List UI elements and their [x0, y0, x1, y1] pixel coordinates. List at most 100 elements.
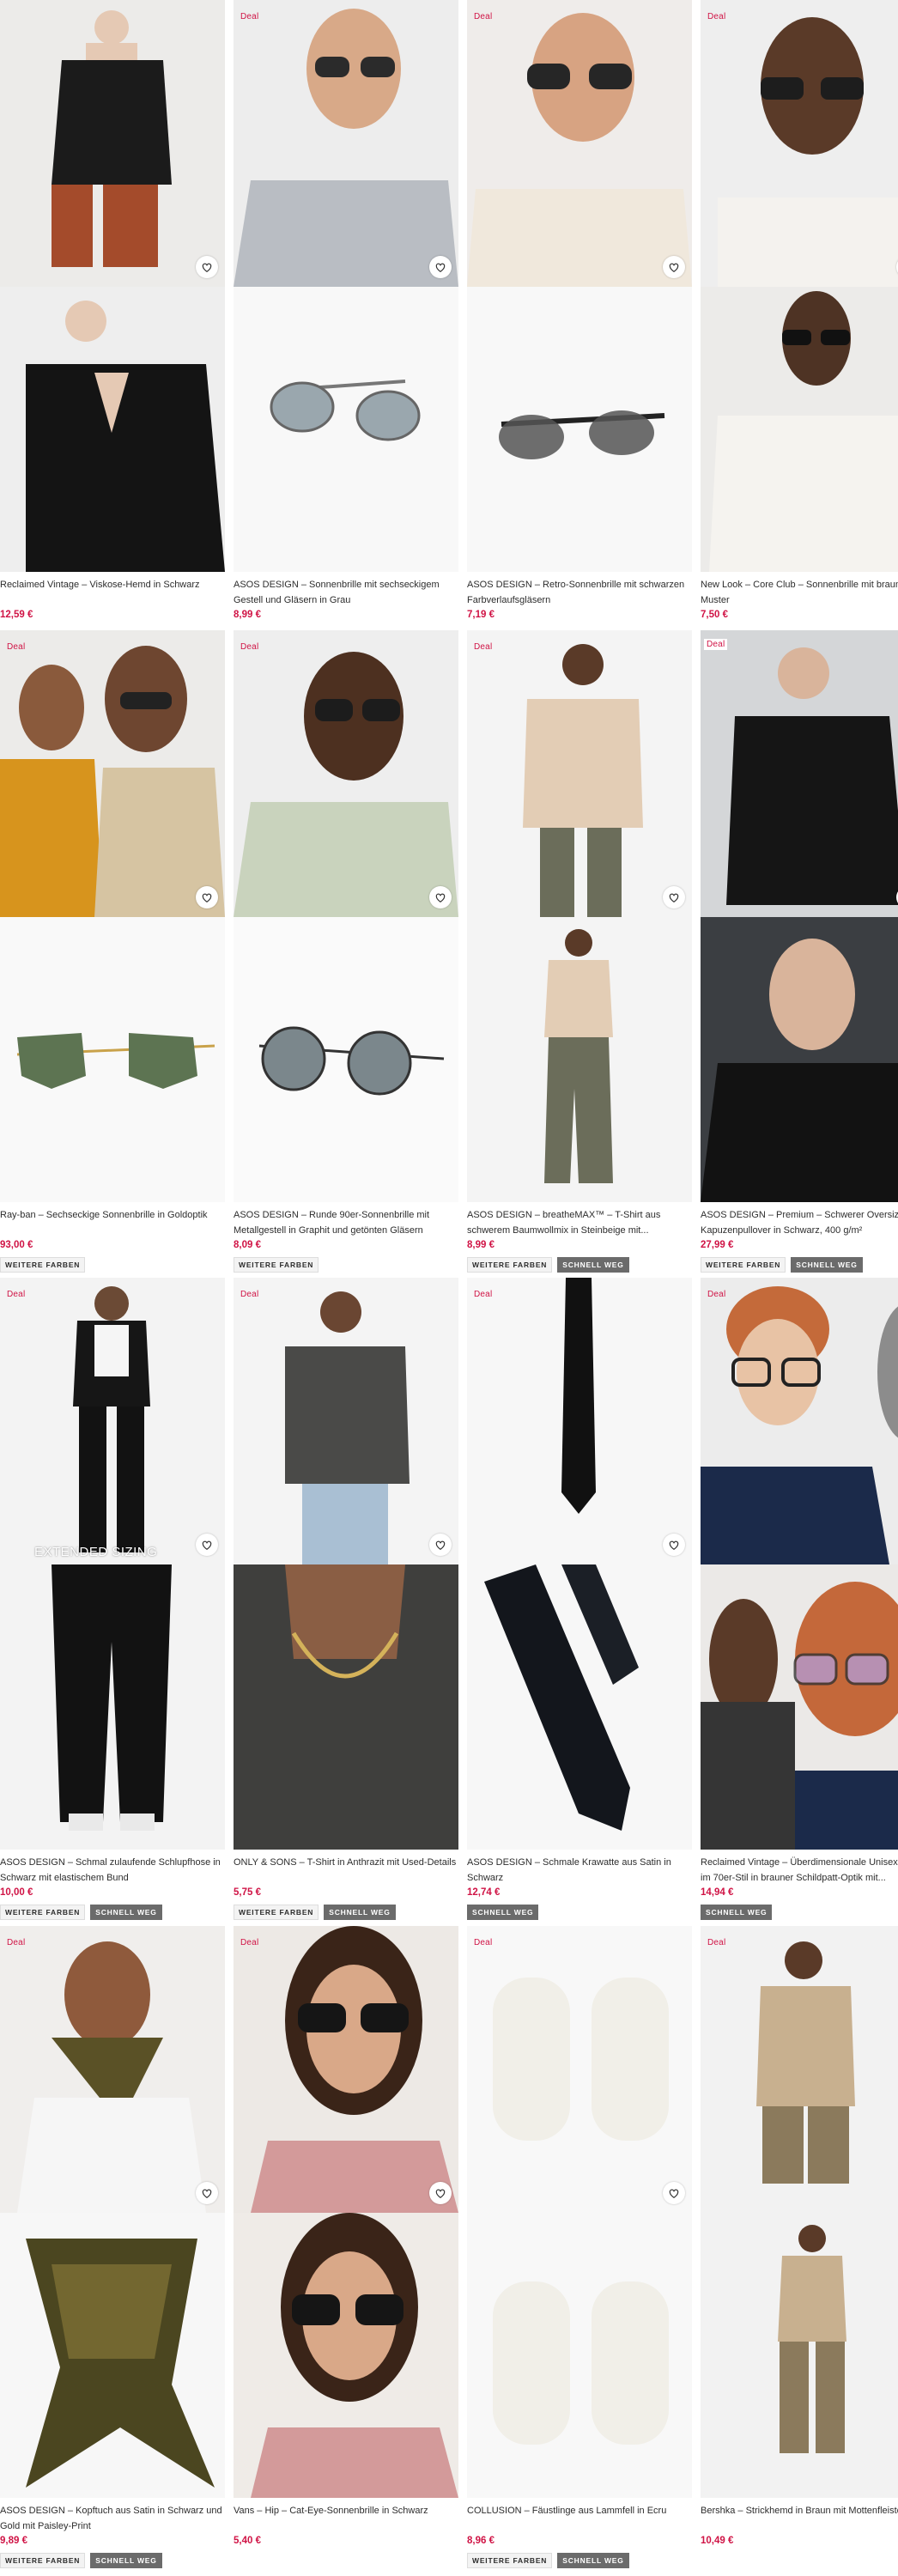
sunglasses-product-image — [234, 917, 458, 1202]
product-image-secondary[interactable] — [234, 1564, 458, 1850]
product-title[interactable]: New Look – Core Club – Sonnenbrille mit … — [701, 577, 898, 608]
wishlist-heart-icon[interactable] — [429, 886, 452, 908]
product-image-primary[interactable]: Deal — [234, 1278, 458, 1564]
product-image-primary[interactable]: Deal — [467, 0, 692, 287]
product-image-primary[interactable]: Deal — [701, 0, 898, 287]
product-image-secondary[interactable] — [234, 287, 458, 572]
product-price: 93,00 € — [0, 1240, 33, 1250]
wishlist-heart-icon[interactable] — [429, 2182, 452, 2204]
product-title[interactable]: COLLUSION – Fäustlinge aus Lammfell in E… — [467, 2503, 692, 2518]
product-image-secondary[interactable] — [467, 917, 692, 1202]
models-glasses-image — [701, 1564, 898, 1850]
product-image-secondary[interactable] — [0, 917, 225, 1202]
tag-selling-fast: SCHNELL WEG — [467, 1905, 539, 1920]
product-image-secondary[interactable] — [467, 287, 692, 572]
product-image-secondary[interactable] — [467, 1564, 692, 1850]
tag-more-colors[interactable]: WEITERE FARBEN — [467, 2553, 553, 2568]
product-image-primary[interactable]: Deal — [467, 630, 692, 917]
product-card[interactable]: Deal ASOS DESIGN – Retro-Sonnenbrille mi… — [467, 0, 692, 620]
wishlist-heart-icon[interactable] — [663, 2182, 685, 2204]
tag-more-colors[interactable]: WEITERE FARBEN — [234, 1905, 319, 1920]
product-image-secondary[interactable] — [234, 917, 458, 1202]
product-title[interactable]: ASOS DESIGN – Kopftuch aus Satin in Schw… — [0, 2503, 225, 2534]
product-title[interactable]: Ray-ban – Sechseckige Sonnenbrille in Go… — [0, 1207, 225, 1238]
product-price: 12,59 € — [0, 610, 33, 620]
deal-badge: Deal — [474, 642, 493, 652]
product-image-primary[interactable]: Deal — [0, 630, 225, 917]
product-price: 27,99 € — [701, 1240, 734, 1250]
product-card[interactable]: Deal ASOS DESIGN – Kopftuch aus Satin in… — [0, 1926, 225, 2568]
product-image-primary[interactable]: Deal — [0, 1926, 225, 2213]
product-image-primary[interactable]: Deal — [234, 0, 458, 287]
product-image-secondary[interactable] — [701, 2213, 898, 2498]
product-price: 5,40 € — [234, 2536, 261, 2546]
product-image-secondary[interactable] — [701, 287, 898, 572]
product-card[interactable]: Deal ASOS DESIGN – breatheMAX™ – T-Shirt… — [467, 630, 692, 1273]
product-card[interactable]: Deal ASOS DESIGN – Schmale Krawatte aus … — [467, 1278, 692, 1920]
product-image-primary[interactable]: Deal EXTENDED SIZING — [0, 1278, 225, 1564]
deal-badge: Deal — [7, 1290, 26, 1299]
wishlist-heart-icon[interactable] — [663, 886, 685, 908]
product-image-primary[interactable]: Deal — [467, 1278, 692, 1564]
product-image-secondary[interactable] — [0, 287, 225, 572]
tag-more-colors[interactable]: WEITERE FARBEN — [234, 1257, 319, 1273]
product-title[interactable]: ASOS DESIGN – Schmale Krawatte aus Satin… — [467, 1855, 692, 1886]
product-image-secondary[interactable] — [0, 1564, 225, 1850]
product-title[interactable]: ASOS DESIGN – Schmal zulaufende Schlupfh… — [0, 1855, 225, 1886]
product-image-secondary[interactable] — [0, 2213, 225, 2498]
product-card[interactable]: Deal New Look – Core Club – Sonnenbrille… — [701, 0, 898, 620]
tag-selling-fast: SCHNELL WEG — [557, 1257, 629, 1273]
wishlist-heart-icon[interactable] — [663, 256, 685, 278]
product-image-primary[interactable]: Deal — [701, 1926, 898, 2213]
model-shirt-image — [701, 1926, 898, 2213]
wishlist-heart-icon[interactable] — [196, 256, 218, 278]
product-card[interactable]: Deal EXTENDED SIZING ASOS DESIGN – Schma… — [0, 1278, 225, 1920]
tag-more-colors[interactable]: WEITERE FARBEN — [467, 1257, 553, 1273]
product-title[interactable]: Bershka – Strickhemd in Braun mit Motten… — [701, 2503, 898, 2518]
product-image-secondary[interactable] — [467, 2213, 692, 2498]
product-title[interactable]: ASOS DESIGN – breatheMAX™ – T-Shirt aus … — [467, 1207, 692, 1238]
product-title[interactable]: ASOS DESIGN – Sonnenbrille mit sechsecki… — [234, 577, 458, 608]
wishlist-heart-icon[interactable] — [429, 256, 452, 278]
model-shirt-image — [0, 0, 225, 287]
model-trousers-image — [0, 1278, 225, 1564]
product-card[interactable]: Deal Vans – Hip – Cat-Eye-Sonnenbrille i… — [234, 1926, 458, 2546]
product-image-primary[interactable]: Deal — [467, 1926, 692, 2213]
product-card[interactable]: Deal ASOS DESIGN – Runde 90er-Sonnenbril… — [234, 630, 458, 1273]
product-card[interactable]: Deal Reclaimed Vintage – Überdimensional… — [701, 1278, 898, 1920]
product-image-primary[interactable]: Deal — [234, 630, 458, 917]
product-title[interactable]: ASOS DESIGN – Retro-Sonnenbrille mit sch… — [467, 577, 692, 608]
product-image-secondary[interactable] — [234, 2213, 458, 2498]
product-card[interactable]: Deal ONLY & SONS – T-Shirt in Anthrazit … — [234, 1278, 458, 1920]
product-card[interactable]: Reclaimed Vintage – Viskose-Hemd in Schw… — [0, 0, 225, 620]
model-hoodie-image — [701, 917, 898, 1202]
wishlist-heart-icon[interactable] — [196, 1534, 218, 1556]
product-title[interactable]: ASOS DESIGN – Premium – Schwerer Oversiz… — [701, 1207, 898, 1238]
tag-more-colors[interactable]: WEITERE FARBEN — [0, 1905, 86, 1920]
product-image-primary[interactable]: Deal — [701, 630, 898, 917]
wishlist-heart-icon[interactable] — [663, 1534, 685, 1556]
product-card[interactable]: Deal ASOS DESIGN – Sonnenbrille mit sech… — [234, 0, 458, 620]
product-title[interactable]: ASOS DESIGN – Runde 90er-Sonnenbrille mi… — [234, 1207, 458, 1238]
product-image-primary[interactable]: Deal — [234, 1926, 458, 2213]
product-card[interactable]: Deal ASOS DESIGN – Premium – Schwerer Ov… — [701, 630, 898, 1273]
product-image-secondary[interactable] — [701, 917, 898, 1202]
product-title[interactable]: Reclaimed Vintage – Überdimensionale Uni… — [701, 1855, 898, 1886]
product-title[interactable]: Vans – Hip – Cat-Eye-Sonnenbrille in Sch… — [234, 2503, 458, 2518]
product-image-secondary[interactable] — [701, 1564, 898, 1850]
wishlist-heart-icon[interactable] — [196, 2182, 218, 2204]
product-card[interactable]: Deal Bershka – Strickhemd in Braun mit M… — [701, 1926, 898, 2546]
wishlist-heart-icon[interactable] — [429, 1534, 452, 1556]
product-title[interactable]: ONLY & SONS – T-Shirt in Anthrazit mit U… — [234, 1855, 458, 1886]
product-card[interactable]: Deal Ray-ban – Sechseckige Sonnenbrille … — [0, 630, 225, 1273]
tag-more-colors[interactable]: WEITERE FARBEN — [0, 1257, 86, 1273]
tag-more-colors[interactable]: WEITERE FARBEN — [701, 1257, 786, 1273]
deal-badge: Deal — [707, 1938, 726, 1947]
product-title[interactable]: Reclaimed Vintage – Viskose-Hemd in Schw… — [0, 577, 225, 608]
product-image-primary[interactable]: Deal — [701, 1278, 898, 1564]
wishlist-heart-icon[interactable] — [196, 886, 218, 908]
product-card[interactable]: Deal COLLUSION – Fäustlinge aus Lammfell… — [467, 1926, 692, 2568]
product-tags: SCHNELL WEG — [467, 1905, 692, 1920]
tag-more-colors[interactable]: WEITERE FARBEN — [0, 2553, 86, 2568]
product-image-primary[interactable] — [0, 0, 225, 287]
